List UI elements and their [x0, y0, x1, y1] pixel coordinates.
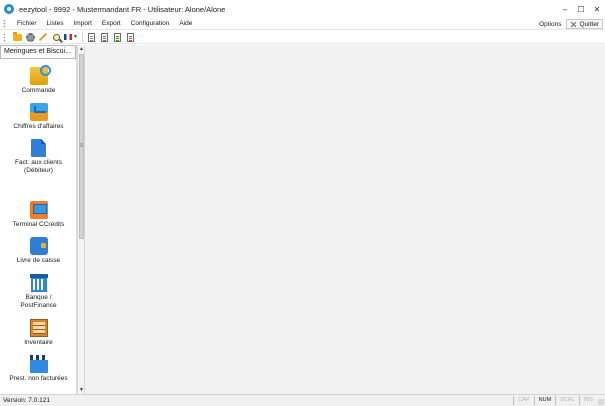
main-workspace — [85, 45, 605, 394]
open-folder-button[interactable] — [12, 31, 22, 42]
sidebar-item-label: Livre de caisse — [16, 257, 61, 264]
green-document-icon — [100, 32, 108, 42]
quit-button[interactable]: Quitter — [566, 19, 603, 29]
sidebar-item-label: Fact. aux clients — [15, 159, 62, 166]
sidebar-scrollbar[interactable]: ▲ ≡ ▼ — [77, 45, 85, 394]
sidebar-item-sublabel: (Débiteur) — [24, 167, 53, 174]
settings-button[interactable] — [25, 32, 35, 42]
report-button-1[interactable] — [86, 32, 96, 42]
sidebar-item-label: Chiffres d'affaires — [13, 123, 64, 130]
options-button[interactable]: Options — [534, 21, 566, 28]
sidebar-item-sublabel: PostFinance — [20, 302, 57, 309]
sidebar-item-fact-clients[interactable]: Fact. aux clients (Débiteur) — [0, 139, 76, 175]
window-controls: – ☐ ✕ — [557, 0, 605, 18]
red-document-icon — [126, 32, 134, 42]
scrl-indicator: SCRL — [555, 396, 579, 405]
close-x-icon — [570, 21, 577, 28]
clapperboard-icon — [29, 355, 48, 373]
menu-configuration[interactable]: Configuration — [126, 20, 175, 27]
sidebar-item-banque-postfinance[interactable]: Banque / PostFinance — [0, 274, 76, 310]
sidebar-item-chiffres-affaires[interactable]: Chiffres d'affaires — [0, 103, 76, 131]
language-dropdown[interactable]: ▼ — [64, 32, 78, 42]
search-button[interactable] — [51, 32, 61, 42]
tools-button[interactable] — [38, 32, 48, 42]
toolbar-grip-icon[interactable] — [3, 32, 6, 42]
french-flag-icon — [64, 34, 73, 40]
report-button-4[interactable] — [125, 32, 135, 42]
menu-grip-icon[interactable] — [3, 19, 6, 28]
sidebar-item-inventaire[interactable]: Inventaire — [0, 319, 76, 347]
status-bar: Version: 7.0.121 CAP NUM SCRL INS — [0, 394, 605, 406]
sidebar-item-label: Terminal CCrédits — [12, 221, 65, 228]
sidebar-item-label: Commande — [21, 87, 56, 94]
order-icon — [29, 65, 51, 85]
menu-import[interactable]: Import — [69, 20, 97, 27]
cash-book-icon — [29, 237, 48, 255]
menu-right-group: Options Quitter — [534, 18, 603, 30]
yellow-document-icon — [113, 32, 121, 42]
sidebar-header[interactable]: Meringues et Biscui... — [0, 45, 76, 59]
report-button-2[interactable] — [99, 32, 109, 42]
folder-icon — [12, 31, 22, 41]
credit-terminal-icon — [29, 201, 48, 219]
sidebar-item-terminal-ccredits[interactable]: Terminal CCrédits — [0, 201, 76, 229]
minimize-button[interactable]: – — [557, 0, 573, 18]
report-button-3[interactable] — [112, 32, 122, 42]
ins-indicator: INS — [578, 396, 597, 405]
key-indicators: CAP NUM SCRL INS — [513, 396, 597, 405]
maximize-button[interactable]: ☐ — [573, 0, 589, 18]
close-button[interactable]: ✕ — [589, 0, 605, 18]
splitter-grip-icon[interactable]: ≡ — [79, 143, 84, 149]
revenue-chart-icon — [29, 103, 48, 121]
sidebar-item-label: Inventaire — [24, 339, 53, 346]
menu-bar: Fichier Listes Import Export Configurati… — [0, 18, 605, 30]
menu-export[interactable]: Export — [97, 20, 126, 27]
scroll-up-arrow-icon[interactable]: ▲ — [78, 45, 85, 53]
sidebar-item-label: Banque / — [25, 294, 52, 301]
title-bar: eezytool - 9992 - Mustermandant FR - Uti… — [0, 0, 605, 18]
version-label: Version: 7.0.121 — [3, 397, 50, 404]
bank-icon — [29, 274, 48, 292]
sidebar-item-label: Prest. non facturées — [9, 375, 68, 382]
app-logo-icon — [4, 4, 14, 14]
cap-indicator: CAP — [513, 396, 533, 405]
inventory-icon — [29, 319, 48, 337]
toolbar: ▼ — [0, 31, 605, 44]
window-title: eezytool - 9992 - Mustermandant FR - Uti… — [19, 4, 226, 14]
resize-grip-icon[interactable] — [598, 399, 604, 405]
gear-icon — [25, 32, 35, 42]
sidebar-item-livre-caisse[interactable]: Livre de caisse — [0, 237, 76, 265]
sidebar-item-prest-non-facturees[interactable]: Prest. non facturées — [0, 355, 76, 383]
customer-invoice-icon — [31, 139, 46, 157]
num-indicator: NUM — [533, 396, 556, 405]
wrench-icon — [38, 32, 48, 42]
document-icon — [87, 32, 95, 42]
menu-aide[interactable]: Aide — [174, 20, 197, 27]
chevron-down-icon: ▼ — [73, 34, 78, 40]
quit-label: Quitter — [579, 20, 599, 28]
sidebar: Meringues et Biscui... Commande Chiffres… — [0, 45, 77, 394]
menu-fichier[interactable]: Fichier — [12, 20, 42, 27]
menu-listes[interactable]: Listes — [42, 20, 69, 27]
scroll-down-arrow-icon[interactable]: ▼ — [78, 386, 85, 394]
magnifier-icon — [52, 33, 60, 41]
toolbar-separator — [82, 32, 83, 42]
sidebar-item-commande[interactable]: Commande — [0, 65, 76, 95]
